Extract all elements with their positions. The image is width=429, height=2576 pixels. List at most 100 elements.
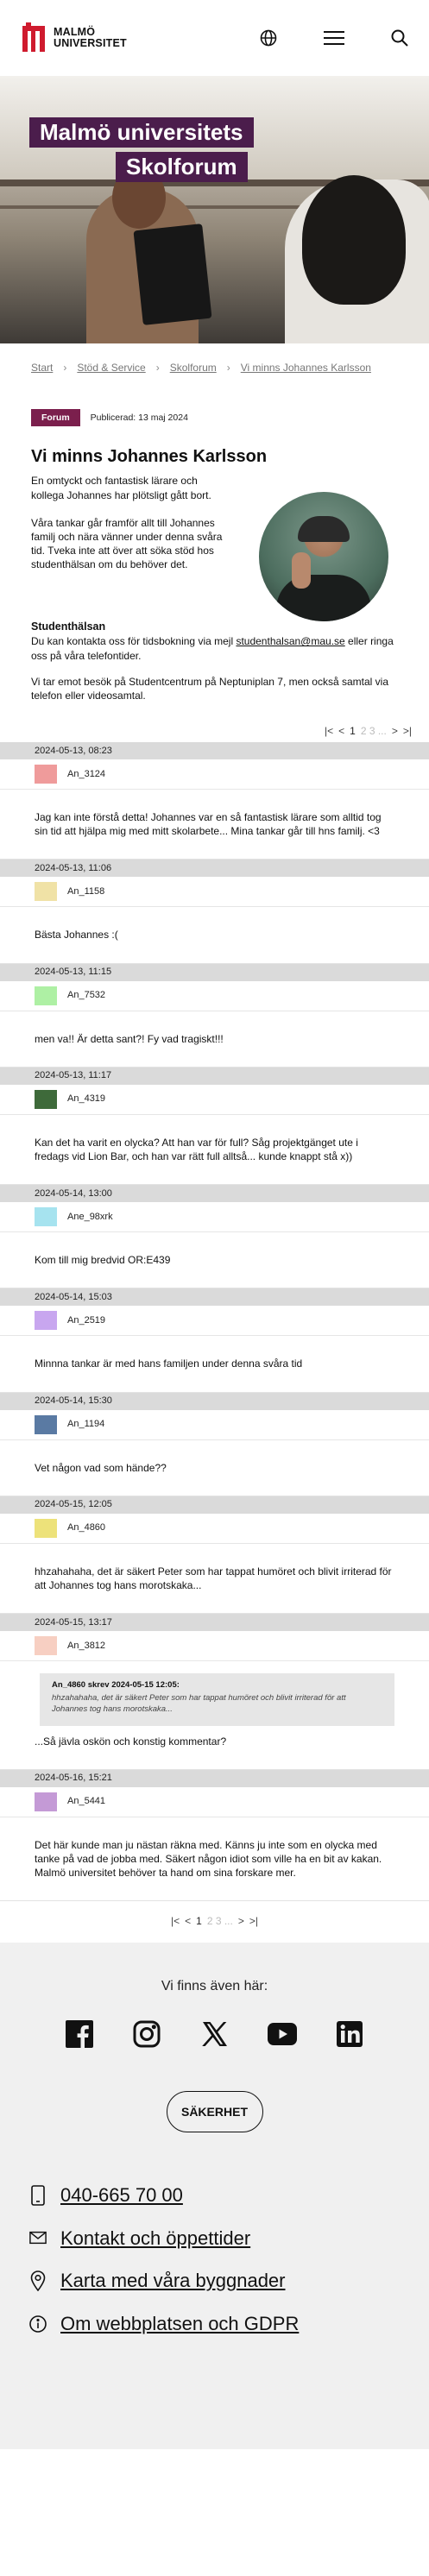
breadcrumb-stod-service[interactable]: Stöd & Service xyxy=(77,361,145,375)
comment-author: Ane_98xrk xyxy=(0,1202,429,1233)
comment-text: Kom till mig bredvid OR:E439 xyxy=(35,1254,171,1267)
quote-header: An_4860 skrev 2024-05-15 12:05: xyxy=(52,1680,180,1691)
quote-text: hhzahahaha, det är säkert Peter som har … xyxy=(52,1692,346,1714)
comment-date: 2024-05-16, 15:21 xyxy=(0,1769,429,1787)
comment-username[interactable]: An_3124 xyxy=(67,768,105,781)
breadcrumb-current[interactable]: Vi minns Johannes Karlsson xyxy=(241,361,371,375)
portrait-photo xyxy=(259,492,388,622)
avatar xyxy=(35,1792,57,1811)
comment-text: Det här kunde man ju nästan räkna med. K… xyxy=(35,1838,382,1880)
chevron-right-icon: › xyxy=(63,362,67,374)
comment-username[interactable]: An_1194 xyxy=(67,1418,104,1431)
comment: 2024-05-16, 15:21 An_5441 Det här kunde … xyxy=(0,1769,429,1902)
comment: 2024-05-13, 11:15 An_7532 men va!! Är de… xyxy=(0,963,429,1068)
comment: 2024-05-13, 11:17 An_4319 Kan det ha var… xyxy=(0,1067,429,1186)
comment: 2024-05-14, 15:03 An_2519 Minnna tankar … xyxy=(0,1288,429,1393)
first-page-button[interactable]: |< xyxy=(171,1914,180,1928)
instagram-icon[interactable] xyxy=(131,2019,162,2050)
comment-username[interactable]: An_1158 xyxy=(67,885,104,898)
article: Forum Publicerad: 13 maj 2024 Vi minns J… xyxy=(0,375,429,702)
comment-author: An_2519 xyxy=(0,1306,429,1337)
facebook-icon[interactable] xyxy=(64,2019,95,2050)
first-page-button[interactable]: |< xyxy=(325,724,333,738)
comment-username[interactable]: Ane_98xrk xyxy=(67,1211,113,1224)
hero-title-line1: Malmö universitets xyxy=(29,117,254,148)
comment-text: ...Så jävla oskön och konstig kommentar? xyxy=(35,1735,227,1748)
avatar xyxy=(35,1414,57,1434)
quoted-comment: An_4860 skrev 2024-05-15 12:05: hhzahaha… xyxy=(40,1673,394,1726)
comment-date: 2024-05-13, 11:15 xyxy=(0,963,429,981)
phone-link[interactable]: 040-665 70 00 xyxy=(29,2182,400,2208)
search-icon[interactable] xyxy=(389,28,410,48)
site-footer: Vi finns även här: SÄKERHET 040-665 70 0… xyxy=(0,1943,429,2449)
linkedin-icon[interactable] xyxy=(334,2019,365,2050)
next-page-button[interactable]: > xyxy=(392,724,398,738)
avatar xyxy=(35,1636,57,1656)
footer-links: 040-665 70 00 Kontakt och öppettider Kar… xyxy=(29,2182,400,2337)
hero-title: Malmö universitets Skolforum xyxy=(29,117,254,183)
comment-username[interactable]: An_2519 xyxy=(67,1314,105,1327)
comment-author: An_3124 xyxy=(0,759,429,790)
logo-mark-icon xyxy=(22,22,47,54)
page-title: Vi minns Johannes Karlsson xyxy=(31,447,268,467)
current-page[interactable]: 1 xyxy=(350,724,356,738)
comment-text: hhzahahaha, det är säkert Peter som har … xyxy=(35,1565,392,1591)
logo-line2: UNIVERSITET xyxy=(54,37,127,49)
comment-username[interactable]: An_3812 xyxy=(67,1640,105,1653)
current-page[interactable]: 1 xyxy=(196,1914,202,1928)
student-health-contact: Studenthälsan Du kan kontakta oss för ti… xyxy=(31,620,398,702)
comment-date: 2024-05-13, 08:23 xyxy=(0,742,429,760)
last-page-button[interactable]: >| xyxy=(249,1914,258,1928)
article-body: En omtyckt och fantastisk lärare och kol… xyxy=(31,474,230,571)
comment-username[interactable]: An_7532 xyxy=(67,989,105,1002)
comment-text: men va!! Är detta sant?! Fy vad tragiskt… xyxy=(35,1032,224,1045)
comment-username[interactable]: An_5441 xyxy=(67,1795,105,1808)
comment: 2024-05-13, 08:23 An_3124 Jag kan inte f… xyxy=(0,742,429,860)
comment-author: An_4319 xyxy=(0,1085,429,1115)
globe-icon[interactable] xyxy=(258,28,279,48)
chevron-right-icon: › xyxy=(226,362,230,374)
comment-text: Jag kan inte förstå detta! Johannes var … xyxy=(35,811,382,838)
x-icon[interactable] xyxy=(199,2019,230,2050)
university-logo[interactable]: MALMÖ UNIVERSITET xyxy=(22,22,127,54)
youtube-icon[interactable] xyxy=(267,2019,298,2050)
map-link[interactable]: Karta med våra byggnader xyxy=(29,2268,400,2294)
avatar xyxy=(35,1089,57,1109)
contact-paragraph: Vi tar emot besök på Studentcentrum på N… xyxy=(31,675,389,702)
avatar xyxy=(35,1207,57,1227)
breadcrumb-skolforum[interactable]: Skolforum xyxy=(170,361,217,375)
comment-date: 2024-05-15, 12:05 xyxy=(0,1496,429,1514)
avatar xyxy=(35,986,57,1005)
comment-username[interactable]: An_4860 xyxy=(67,1521,105,1534)
next-page-button[interactable]: > xyxy=(238,1914,244,1928)
contact-link[interactable]: Kontakt och öppettider xyxy=(29,2226,400,2252)
hero-banner: Malmö universitets Skolforum xyxy=(0,76,429,343)
security-button[interactable]: SÄKERHET xyxy=(166,2090,263,2132)
comment-date: 2024-05-14, 13:00 xyxy=(0,1185,429,1203)
comment: 2024-05-13, 11:06 An_1158 Bästa Johannes… xyxy=(0,860,429,964)
pagination-bottom: |< < 1 2 3 ... > >| xyxy=(0,1901,429,1927)
comment: 2024-05-14, 13:00 Ane_98xrk Kom till mig… xyxy=(0,1185,429,1289)
prev-page-button[interactable]: < xyxy=(338,724,344,738)
other-pages[interactable]: 2 3 ... xyxy=(207,1914,233,1928)
comment-username[interactable]: An_4319 xyxy=(67,1093,105,1105)
chevron-right-icon: › xyxy=(155,362,160,374)
last-page-button[interactable]: >| xyxy=(403,724,412,738)
site-header: MALMÖ UNIVERSITET xyxy=(0,0,429,76)
contact-heading: Studenthälsan xyxy=(31,620,106,633)
info-icon xyxy=(29,2313,47,2335)
prev-page-button[interactable]: < xyxy=(185,1914,191,1928)
comment-author: An_3812 xyxy=(0,1631,429,1662)
comment: 2024-05-14, 15:30 An_1194 Vet någon vad … xyxy=(0,1392,429,1496)
other-pages[interactable]: 2 3 ... xyxy=(361,724,387,738)
email-link[interactable]: studenthalsan@mau.se xyxy=(236,635,344,647)
breadcrumb-start[interactable]: Start xyxy=(31,361,53,375)
comment-list: 2024-05-13, 08:23 An_3124 Jag kan inte f… xyxy=(0,742,429,1902)
gdpr-link[interactable]: Om webbplatsen och GDPR xyxy=(29,2311,400,2337)
hero-title-line2: Skolforum xyxy=(116,152,248,183)
comment-date: 2024-05-14, 15:30 xyxy=(0,1392,429,1410)
comment-text: Bästa Johannes :( xyxy=(35,929,118,942)
avatar xyxy=(35,765,57,784)
category-tag[interactable]: Forum xyxy=(31,409,80,427)
menu-icon[interactable] xyxy=(324,28,344,48)
